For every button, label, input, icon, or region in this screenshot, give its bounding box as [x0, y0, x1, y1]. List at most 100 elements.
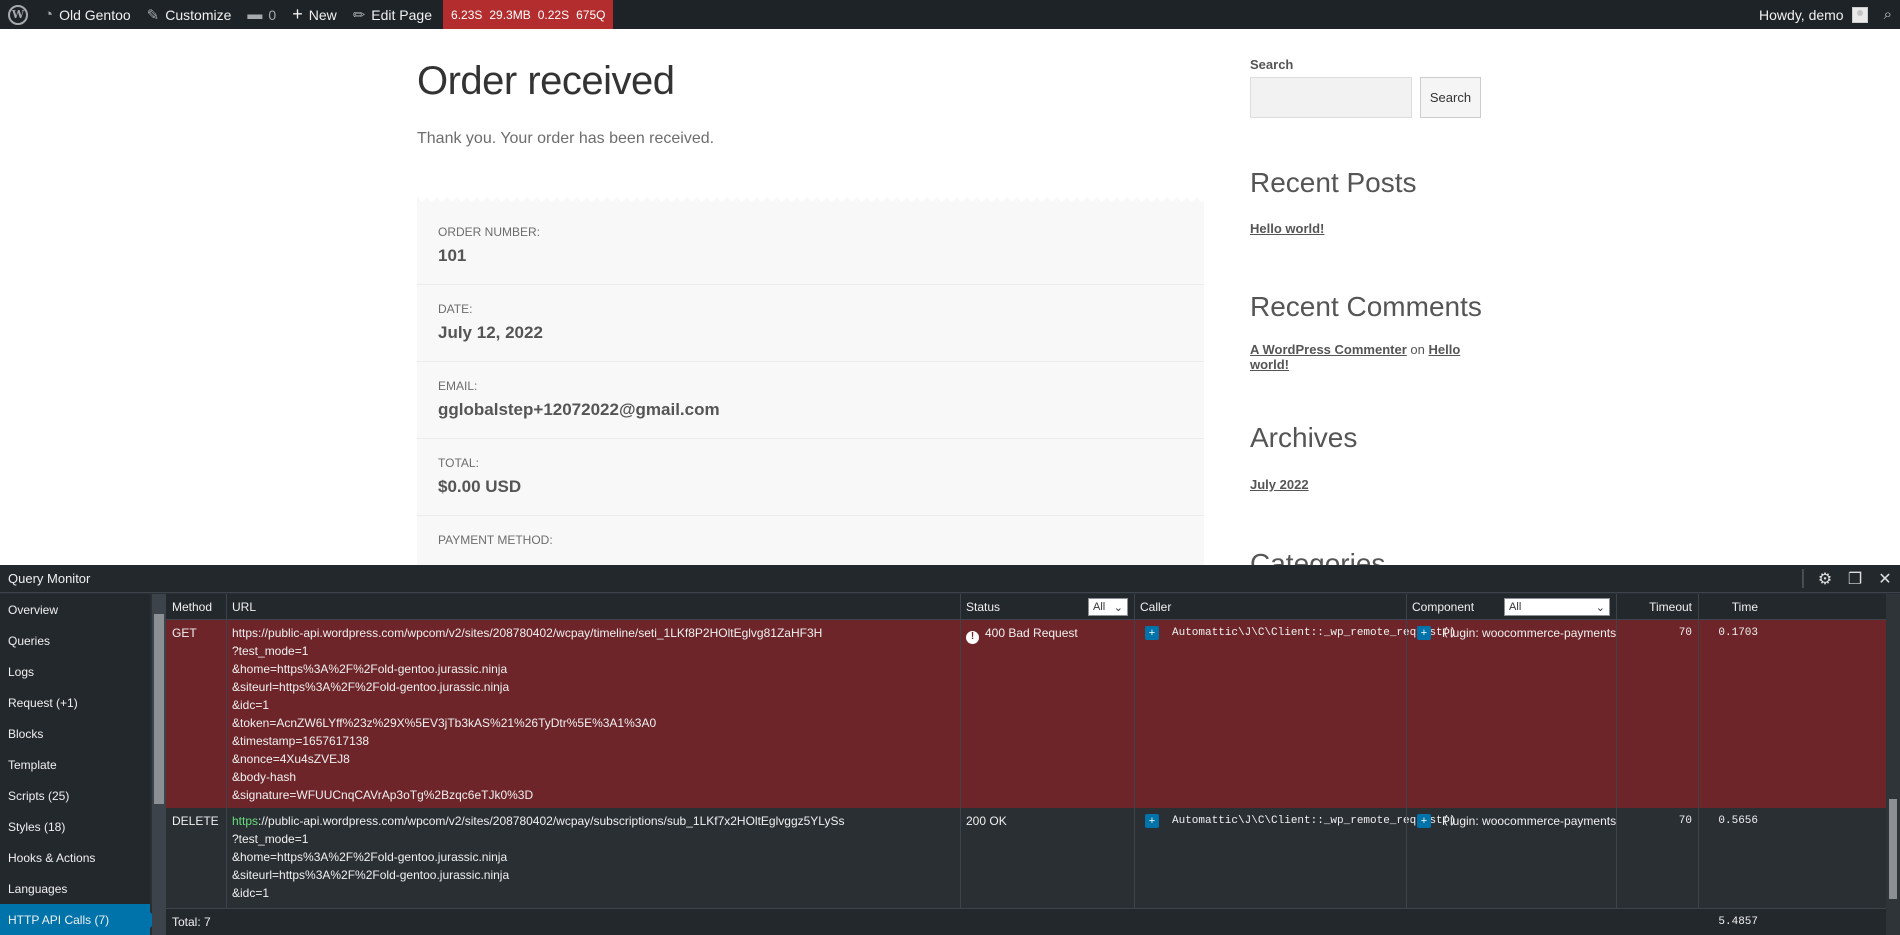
- comments-link[interactable]: ▬ 0: [239, 0, 284, 29]
- expand-status-button[interactable]: +: [1145, 626, 1159, 640]
- qm-nav-request[interactable]: Request (+1): [0, 687, 150, 718]
- status-filter-select[interactable]: All ⌄: [1088, 598, 1128, 616]
- warning-icon: !: [966, 630, 979, 644]
- qm-title-bar[interactable]: Query Monitor | ⚙ ❐ ✕: [0, 565, 1900, 593]
- qm-main-scrollbar-thumb[interactable]: [1889, 799, 1897, 899]
- row2-component: Plugin: woocommerce-payments: [1442, 814, 1617, 828]
- qm-nav-template[interactable]: Template: [0, 749, 150, 780]
- close-icon[interactable]: ✕: [1870, 569, 1900, 589]
- order-total-item: TOTAL: $0.00 USD: [417, 456, 1204, 516]
- column-divider: [960, 594, 961, 908]
- url-scheme: https: [232, 814, 259, 828]
- search-button[interactable]: Search: [1420, 77, 1481, 118]
- table-footer: [166, 908, 1886, 935]
- recent-comment: A WordPress Commenter on Hello world!: [1250, 342, 1470, 372]
- url-line: &idc=1: [232, 886, 270, 900]
- row2-caller: Automattic\J\C\Client::_wp_remote_reques…: [1172, 815, 1456, 827]
- qm-nav-queries[interactable]: Queries: [0, 625, 150, 656]
- column-divider: [1406, 594, 1407, 908]
- url-line: &home=https%3A%2F%2Fold-gentoo.jurassic.…: [232, 850, 508, 864]
- site-name-link[interactable]: ◔ Old Gentoo: [36, 0, 139, 29]
- row1-timeout: 70: [1678, 627, 1692, 639]
- categories-title: Categories: [1250, 548, 1386, 565]
- expand-caller-button[interactable]: +: [1417, 626, 1431, 640]
- payment-method-label: PAYMENT METHOD:: [438, 533, 553, 547]
- order-number-value: 101: [438, 246, 467, 265]
- plus-icon: +: [292, 4, 303, 24]
- edit-page-link[interactable]: ✏ Edit Page: [345, 0, 440, 29]
- component-filter-select[interactable]: All ⌄: [1504, 598, 1610, 616]
- order-date-label: DATE:: [438, 302, 473, 316]
- order-total-label: TOTAL:: [438, 456, 479, 470]
- row2-status: 200 OK: [966, 814, 1007, 828]
- qm-db-time: 0.22S: [537, 7, 570, 22]
- comment-author-link[interactable]: A WordPress Commenter: [1250, 342, 1407, 357]
- avatar: [1851, 6, 1868, 23]
- qm-nav-languages[interactable]: Languages: [0, 873, 150, 904]
- column-timeout[interactable]: Timeout: [1616, 594, 1698, 620]
- url-line: &nonce=4Xu4sZVEJ8: [232, 752, 350, 766]
- http-api-calls-table: Method URL Status All ⌄ Caller Component …: [166, 594, 1886, 935]
- qm-nav-http-api-calls[interactable]: HTTP API Calls (7): [0, 904, 158, 935]
- qm-nav-hooks-actions[interactable]: Hooks & Actions: [0, 842, 150, 873]
- column-url[interactable]: URL: [226, 594, 822, 620]
- url-line: &siteurl=https%3A%2F%2Fold-gentoo.jurass…: [232, 868, 510, 882]
- wordpress-logo-button[interactable]: W: [0, 0, 36, 29]
- column-divider: [1134, 594, 1135, 908]
- url-line: &body-hash: [232, 770, 297, 784]
- expand-status-button[interactable]: +: [1145, 814, 1159, 828]
- row1-status: ! 400 Bad Request: [966, 624, 1078, 644]
- qm-nav-scrollbar-thumb[interactable]: [154, 614, 164, 804]
- search-label: Search: [1250, 57, 1294, 72]
- qm-nav-styles[interactable]: Styles (18): [0, 811, 150, 842]
- order-number-item: ORDER NUMBER: 101: [417, 225, 1204, 285]
- toggle-position-icon[interactable]: ❐: [1840, 569, 1870, 589]
- column-time[interactable]: Time: [1698, 594, 1764, 620]
- qm-nav-blocks[interactable]: Blocks: [0, 718, 150, 749]
- customize-link[interactable]: ✎ Customize: [139, 0, 240, 29]
- url-line: &home=https%3A%2F%2Fold-gentoo.jurassic.…: [232, 662, 508, 676]
- column-component-label: Component: [1412, 600, 1475, 614]
- qm-memory: 29.3MB: [489, 7, 531, 22]
- qm-nav-scripts[interactable]: Scripts (25): [0, 780, 150, 811]
- recent-comments-title: Recent Comments: [1250, 291, 1482, 322]
- column-divider: [1698, 594, 1699, 908]
- my-account-link[interactable]: Howdy, demo: [1751, 0, 1876, 29]
- row2-timeout: 70: [1678, 815, 1692, 827]
- qm-main-scrollbar[interactable]: [1886, 594, 1900, 935]
- admin-bar: W ◔ Old Gentoo ✎ Customize ▬ 0 + New ✏ E…: [0, 0, 1900, 29]
- search-input[interactable]: [1250, 77, 1412, 118]
- archive-link[interactable]: July 2022: [1250, 477, 1309, 492]
- column-method[interactable]: Method: [166, 594, 226, 620]
- url-line: https://public-api.wordpress.com/wpcom/v…: [232, 812, 845, 830]
- expand-caller-button[interactable]: +: [1417, 814, 1431, 828]
- customize-label: Customize: [165, 6, 232, 23]
- recent-posts-title: Recent Posts: [1250, 167, 1417, 198]
- qm-nav-scrollbar[interactable]: [152, 594, 166, 935]
- row1-method: GET: [172, 626, 197, 640]
- url-line: https://public-api.wordpress.com/wpcom/v…: [232, 626, 823, 640]
- query-monitor-stats-button[interactable]: 6.23S 29.3MB 0.22S 675Q: [443, 0, 614, 29]
- column-divider: [226, 594, 227, 908]
- row2-method: DELETE: [172, 814, 219, 828]
- qm-nav-logs[interactable]: Logs: [0, 656, 150, 687]
- column-caller[interactable]: Caller: [1134, 594, 1404, 620]
- howdy-label: Howdy, demo: [1759, 6, 1844, 23]
- qm-nav-overview[interactable]: Overview: [0, 594, 150, 625]
- url-line: &idc=1: [232, 698, 270, 712]
- qm-page-time: 6.23S: [451, 7, 483, 22]
- comment-on-text: on: [1410, 342, 1425, 357]
- column-status: Status All ⌄: [960, 594, 1134, 620]
- settings-gear-icon[interactable]: ⚙: [1810, 569, 1840, 589]
- order-total-value: $0.00 USD: [438, 477, 522, 496]
- admin-search-button[interactable]: ⌕: [1876, 0, 1900, 29]
- row1-time: 0.1703: [1718, 627, 1758, 639]
- url-line: &signature=WFUUCnqCAVrAp3oTg%2Bzqc6eTJk0…: [232, 788, 534, 802]
- order-email-label: EMAIL:: [438, 379, 478, 393]
- new-content-link[interactable]: + New: [284, 0, 345, 29]
- url-rest: ://public-api.wordpress.com/wpcom/v2/sit…: [258, 814, 845, 828]
- row2-time: 0.5656: [1718, 815, 1758, 827]
- order-email-item: EMAIL: gglobalstep+12072022@gmail.com: [417, 379, 1204, 439]
- recent-post-link[interactable]: Hello world!: [1250, 221, 1324, 236]
- order-received-message: Thank you. Your order has been received.: [417, 130, 715, 147]
